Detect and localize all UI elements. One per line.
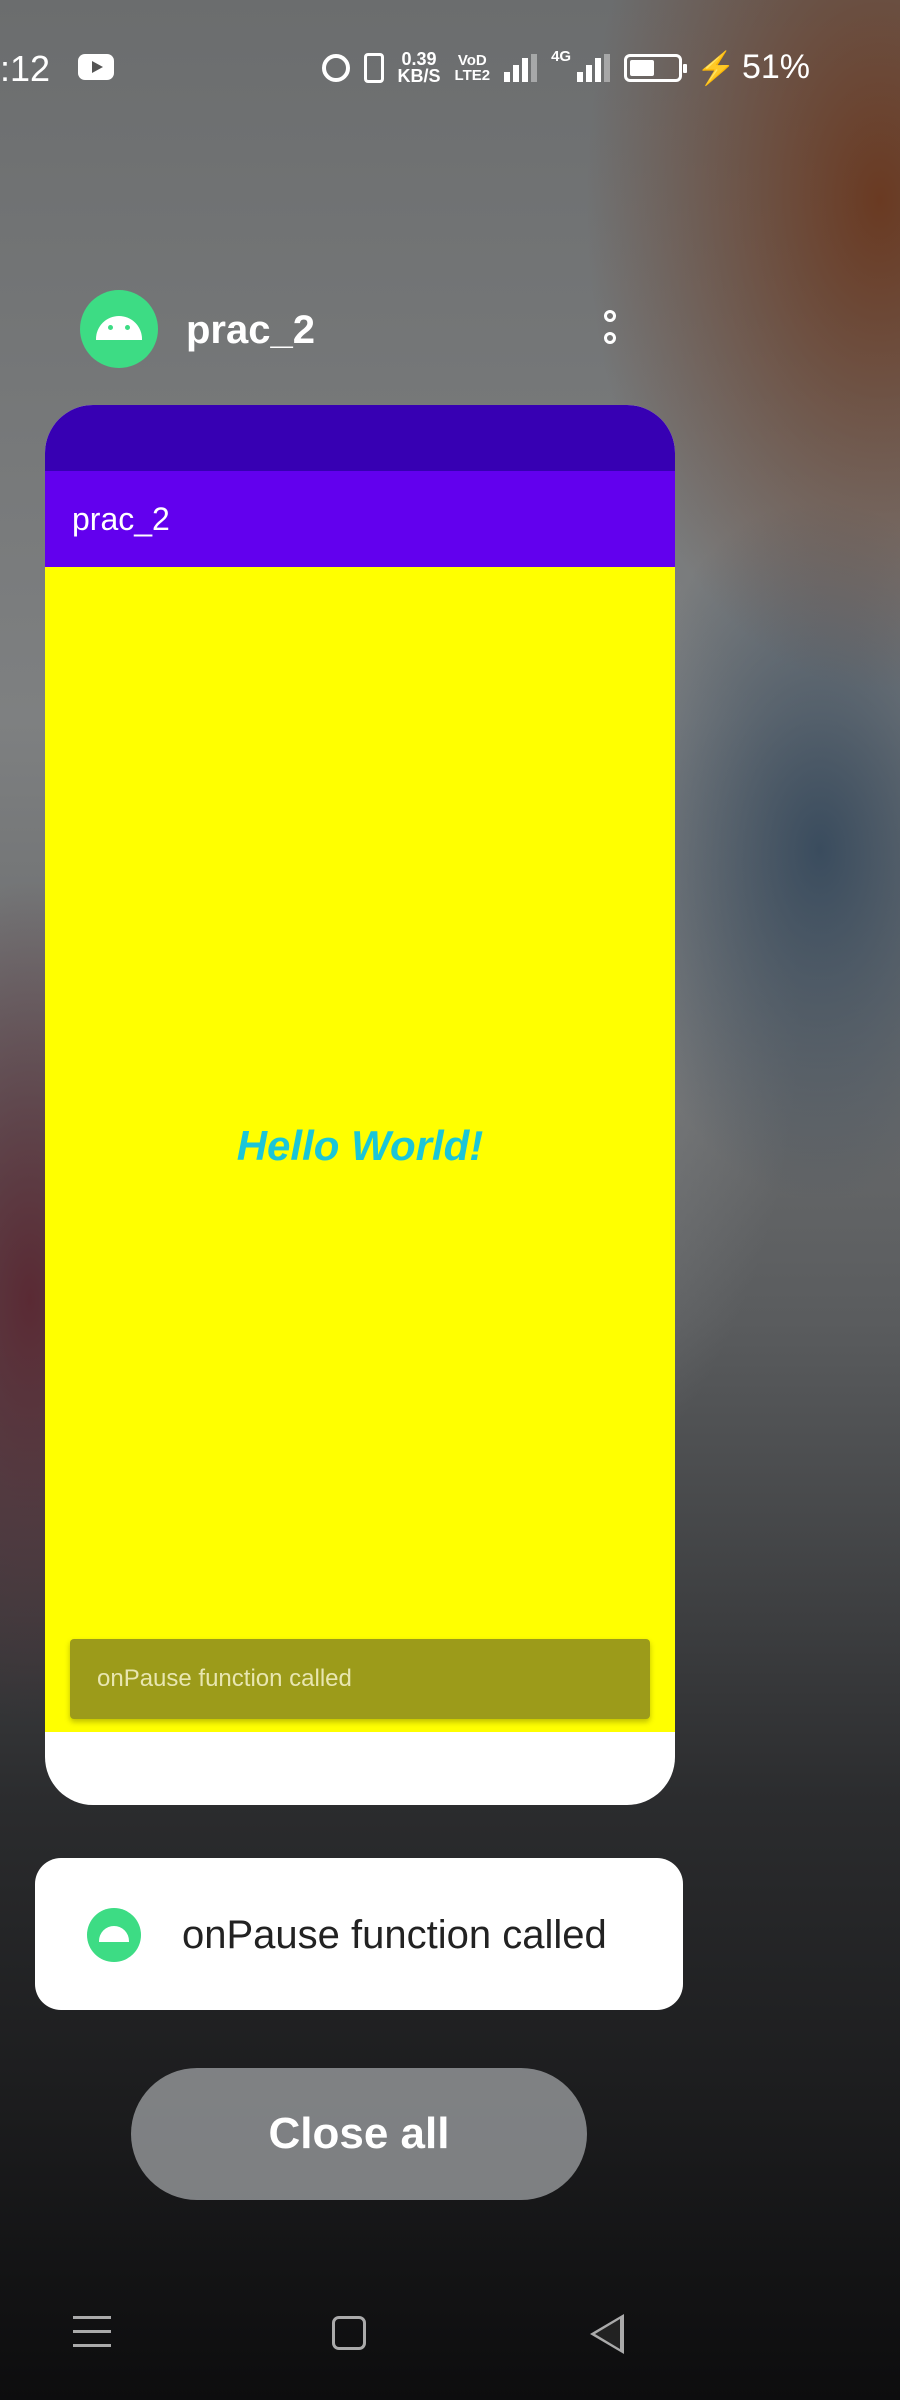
app-content: Hello World! onPause function called [45,567,675,1732]
network-speed: 0.39 KB/S [397,50,441,86]
app-toolbar: prac_2 [45,471,675,567]
signal-icon-2 [577,53,611,82]
signal-icon [504,53,538,82]
volte-bottom: LTE2 [454,66,491,84]
battery-icon [624,53,688,82]
status-icons: 0.39 KB/S VoD LTE2 4G ⚡ 51% [321,48,810,87]
recent-app-title: prac_2 [186,308,315,352]
status-time: :12 [0,48,51,89]
toast-message: onPause function called [35,1858,683,2010]
battery-percent: 51% [741,48,810,86]
home-icon[interactable] [332,2316,366,2350]
status-bar: :12 0.39 KB/S VoD LTE2 4G ⚡ 51% [0,40,900,100]
menu-icon[interactable] [73,2316,111,2358]
app-toolbar-title: prac_2 [72,500,170,537]
android-app-icon[interactable] [80,290,158,368]
speed-unit: KB/S [397,65,441,86]
navigation-bar [0,2300,900,2380]
volte-indicator: VoD LTE2 [455,53,491,83]
alarm-icon [321,53,350,82]
close-all-button[interactable]: Close all [131,2068,587,2200]
snackbar: onPause function called [70,1639,650,1719]
hello-world-text: Hello World! [236,1122,484,1169]
toast-text: onPause function called [182,1913,607,1957]
app-status-bar [45,405,675,471]
recent-app-card[interactable]: prac_2 Hello World! onPause function cal… [45,405,675,1805]
back-icon[interactable] [590,2314,624,2354]
network-type: 4G [551,48,572,65]
more-options-icon[interactable] [600,310,620,352]
android-app-icon-small [87,1908,141,1962]
charging-bolt-icon: ⚡ [696,49,736,86]
recent-app-header: prac_2 [80,290,640,370]
snackbar-text: onPause function called [97,1665,352,1692]
vibrate-icon [363,52,384,83]
youtube-icon [78,54,114,80]
